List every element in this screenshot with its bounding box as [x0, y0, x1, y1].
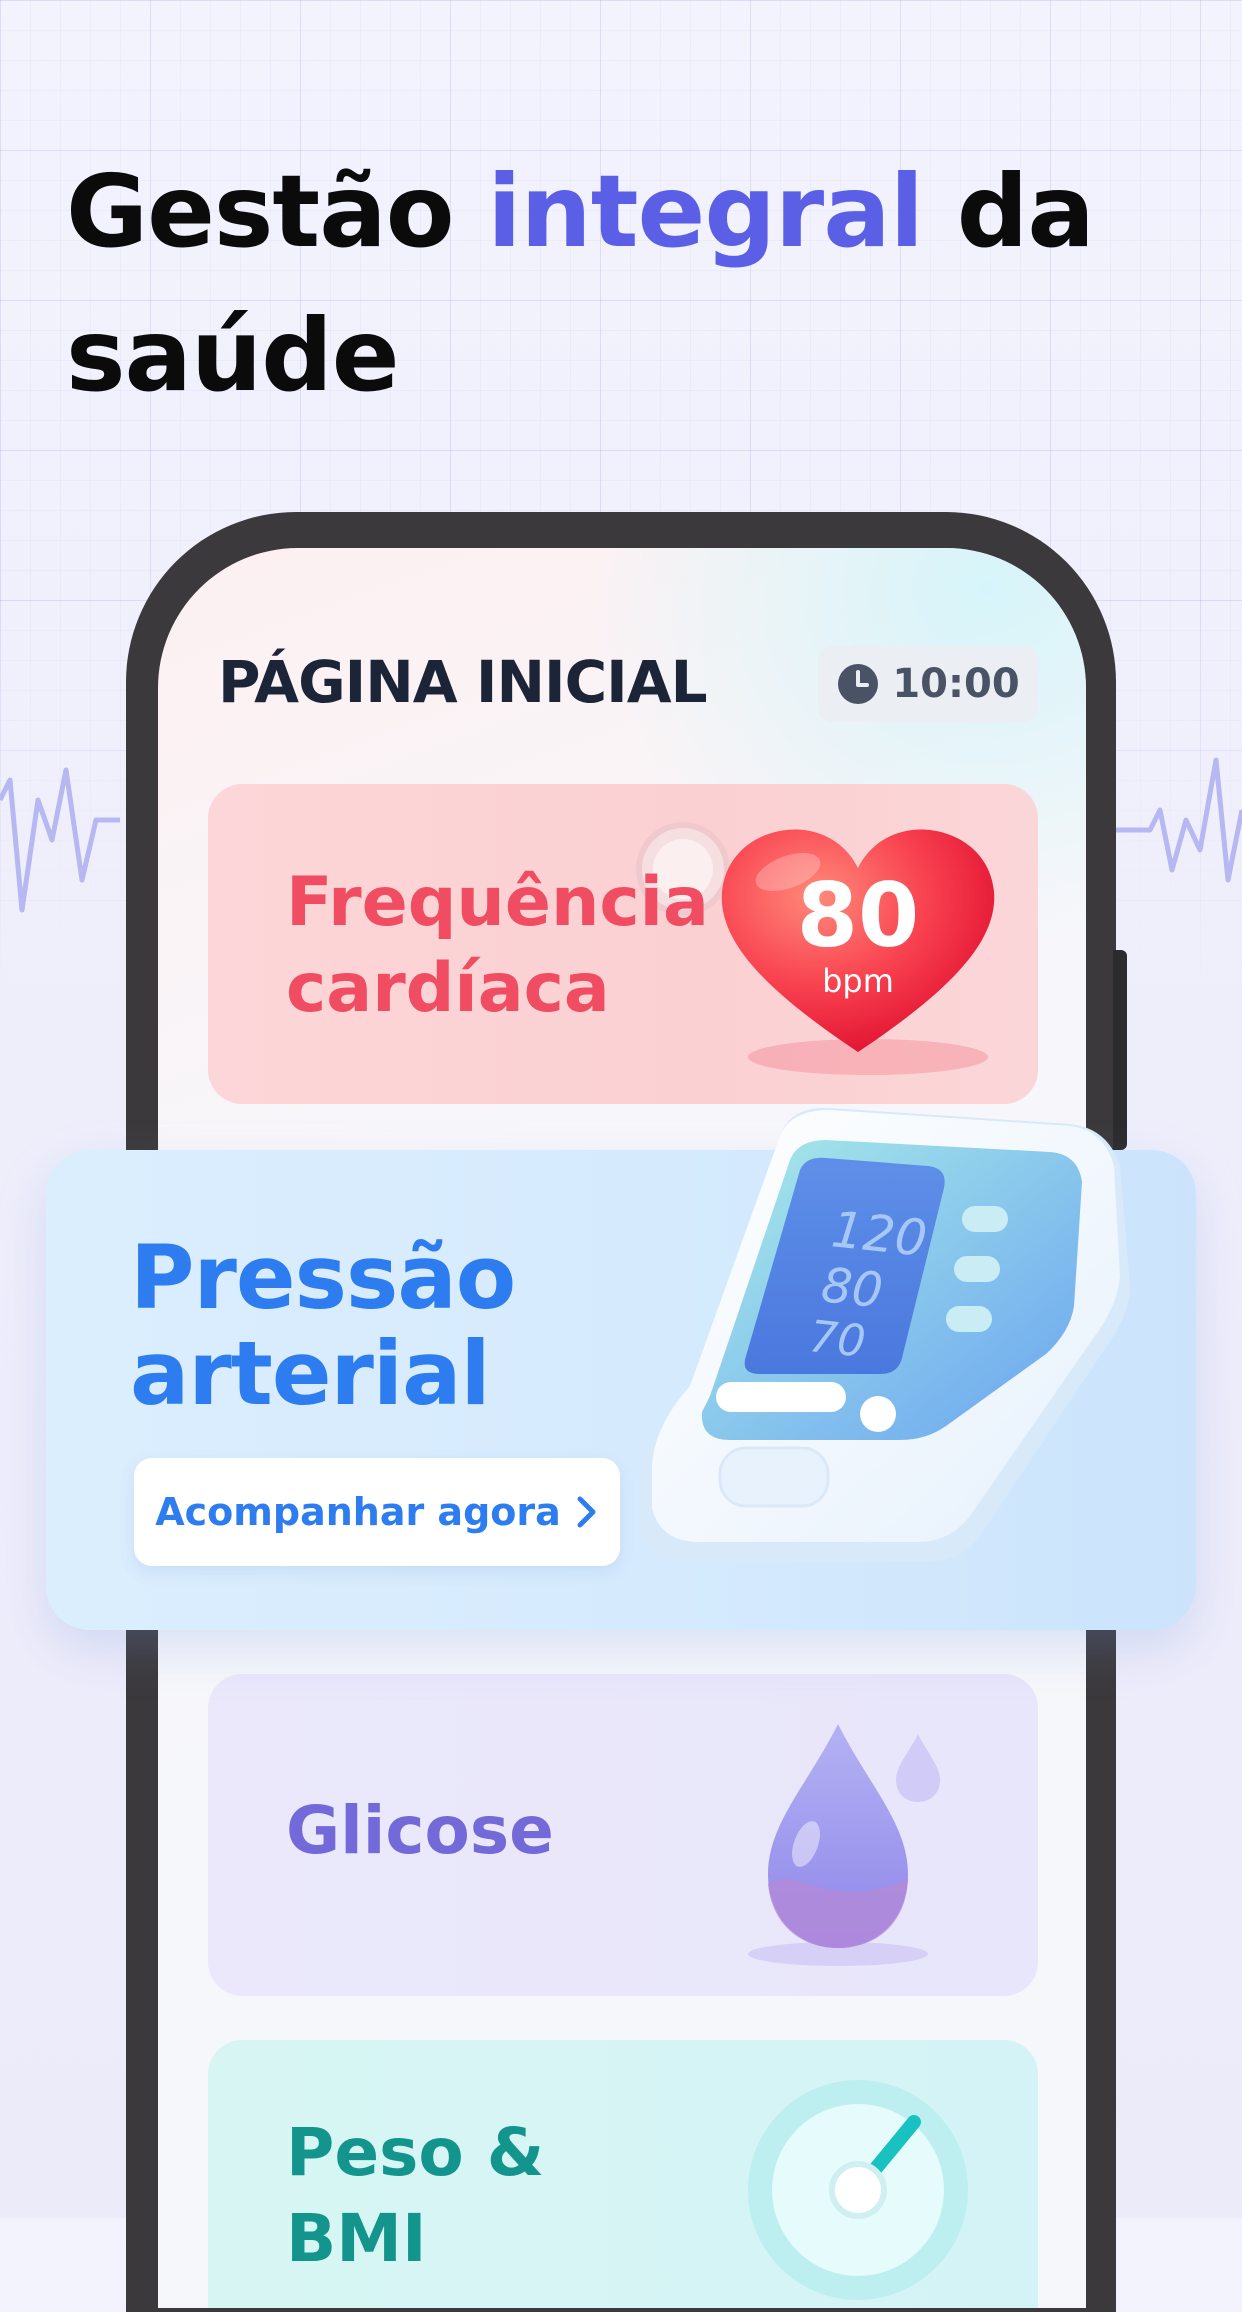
heart-rate-unit: bpm: [822, 962, 894, 1000]
droplet-icon: [748, 1724, 940, 1966]
monitor-reading-pulse: 70: [807, 1311, 868, 1368]
track-now-label: Acompanhar agora: [155, 1490, 561, 1534]
glucose-label: Glicose: [286, 1792, 554, 1869]
monitor-reading-diastolic: 80: [819, 1257, 886, 1319]
chevron-right-icon: [577, 1496, 596, 1528]
heart-rate-label-line2: cardíaca: [286, 949, 610, 1028]
blood-pressure-monitor-icon: 120 80 70: [640, 1107, 1130, 1562]
time-badge: 10:00: [818, 646, 1038, 722]
monitor-dot: [860, 1396, 896, 1432]
track-now-button[interactable]: Acompanhar agora: [134, 1458, 620, 1566]
monitor-button-3: [946, 1306, 992, 1332]
weight-label: Peso & BMI: [286, 2110, 646, 2282]
monitor-button-2: [954, 1256, 1000, 1282]
ecg-line-right-icon: [1110, 757, 1242, 883]
weight-bmi-card[interactable]: Peso & BMI: [208, 2040, 1038, 2308]
heart-icon: 80 bpm: [708, 822, 1008, 1082]
weight-label-line1: Peso &: [286, 2114, 545, 2191]
monitor-reading-systolic: 120: [829, 1200, 930, 1268]
heart-rate-card[interactable]: Frequência cardíaca 80 bpm: [208, 784, 1038, 1104]
heart-rate-value: 80: [796, 864, 920, 967]
headline-line2: saúde: [66, 297, 400, 414]
monitor-bar: [716, 1382, 846, 1412]
heart-rate-label: Frequência cardíaca: [286, 860, 726, 1032]
glucose-card[interactable]: Glicose: [208, 1674, 1038, 1996]
headline-part2: da: [922, 153, 1095, 270]
page-title: PÁGINA INICIAL: [218, 648, 708, 716]
headline-accent: integral: [487, 153, 924, 270]
blood-pressure-title: Pressão arterial: [130, 1230, 516, 1425]
time-text: 10:00: [892, 661, 1020, 707]
clock-icon: [838, 664, 879, 704]
blood-pressure-title-line1: Pressão: [130, 1226, 516, 1329]
monitor-button-1: [962, 1206, 1008, 1232]
blood-pressure-title-line2: arterial: [130, 1322, 491, 1425]
monitor-base-button: [718, 1446, 830, 1508]
weight-label-line2: BMI: [286, 2200, 427, 2277]
headline: Gestão integral da saúde: [66, 140, 1196, 428]
scale-gauge-icon: [748, 2080, 968, 2300]
heart-rate-label-line1: Frequência: [286, 863, 709, 942]
headline-part1: Gestão: [66, 153, 488, 270]
